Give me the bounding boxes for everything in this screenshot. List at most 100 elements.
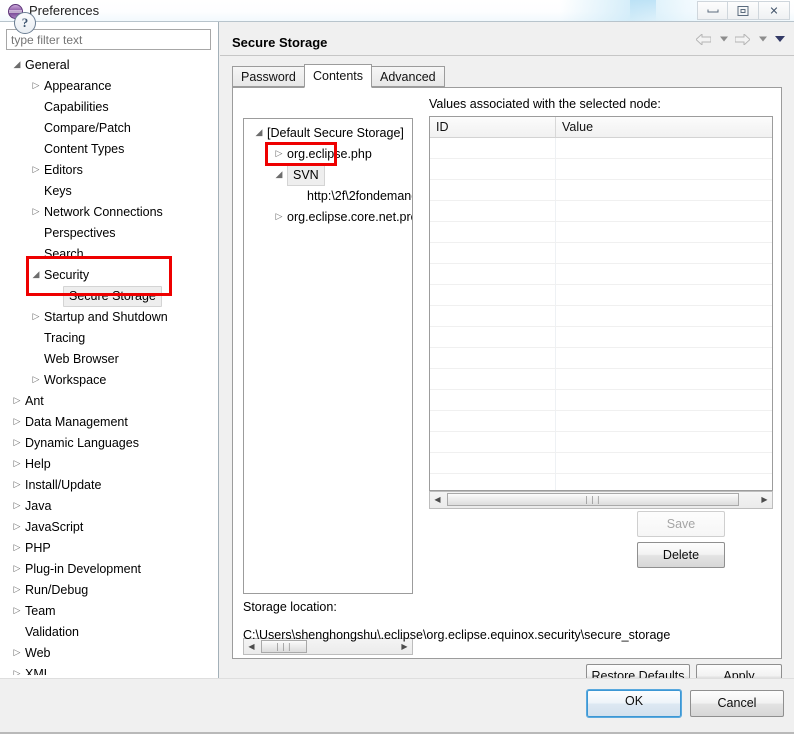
sidebar-item-web[interactable]: ▷ Web — [0, 643, 218, 664]
table-row[interactable] — [430, 390, 772, 411]
back-arrow-icon[interactable] — [695, 30, 713, 48]
sidebar-item-dynamic-languages[interactable]: ▷ Dynamic Languages — [0, 433, 218, 454]
sidebar-item-php[interactable]: ▷ PHP — [0, 538, 218, 559]
table-row[interactable] — [430, 201, 772, 222]
table-row[interactable] — [430, 306, 772, 327]
table-row[interactable] — [430, 327, 772, 348]
chevron-right-icon[interactable]: ▷ — [10, 580, 24, 601]
chevron-right-icon[interactable]: ▷ — [10, 538, 24, 559]
chevron-down-icon[interactable]: ◢ — [252, 123, 266, 144]
sidebar-item-secure-storage[interactable]: Secure Storage — [0, 286, 218, 307]
sidebar-item-tracing[interactable]: Tracing — [0, 328, 218, 349]
chevron-down-icon[interactable]: ◢ — [10, 55, 24, 76]
preference-category-tree[interactable]: ◢ General ▷ Appearance Capabilities Compare/P… — [0, 55, 218, 675]
sidebar-item-data-management[interactable]: ▷ Data Management — [0, 412, 218, 433]
sidebar-item-search[interactable]: Search — [0, 244, 218, 265]
table-row[interactable] — [430, 411, 772, 432]
sidebar-item-perspectives[interactable]: Perspectives — [0, 223, 218, 244]
storage-node-org-eclipse-php[interactable]: ▷ org.eclipse.php — [244, 144, 412, 165]
table-row[interactable] — [430, 264, 772, 285]
sidebar-item-appearance[interactable]: ▷ Appearance — [0, 76, 218, 97]
chevron-right-icon[interactable]: ▷ — [10, 433, 24, 454]
storage-node-org-eclipse-core-net-proxy-auth[interactable]: ▷org.eclipse.core.net.proxy.auth — [244, 207, 412, 228]
table-row[interactable] — [430, 243, 772, 264]
chevron-right-icon[interactable]: ▷ — [10, 517, 24, 538]
table-row[interactable] — [430, 180, 772, 201]
sidebar-item-startup-and-shutdown[interactable]: ▷ Startup and Shutdown — [0, 307, 218, 328]
values-scroll-right-icon[interactable]: ▶ — [757, 492, 772, 507]
sidebar-item-web-browser[interactable]: Web Browser — [0, 349, 218, 370]
table-row[interactable] — [430, 159, 772, 180]
chevron-right-icon[interactable]: ▷ — [10, 664, 24, 675]
storage-node-http-2f-2fondemand-tw-com[interactable]: http:\2f\2fondemand.tw.com — [244, 186, 412, 207]
tab-contents[interactable]: Contents — [304, 64, 373, 88]
chevron-right-icon[interactable]: ▷ — [29, 307, 43, 328]
tab-password[interactable]: Password — [232, 66, 305, 87]
chevron-right-icon[interactable]: ▷ — [10, 559, 24, 580]
forward-dropdown-icon[interactable] — [756, 30, 769, 48]
chevron-right-icon[interactable]: ▷ — [10, 391, 24, 412]
table-row[interactable] — [430, 138, 772, 159]
storage-node-default-secure-storage[interactable]: ◢ [Default Secure Storage] — [244, 123, 412, 144]
chevron-right-icon[interactable]: ▷ — [29, 76, 43, 97]
sidebar-item-xml[interactable]: ▷ XML — [0, 664, 218, 675]
chevron-down-icon[interactable]: ◢ — [272, 165, 286, 186]
storage-node-svn[interactable]: ◢ SVN — [244, 165, 412, 186]
chevron-right-icon[interactable]: ▷ — [10, 475, 24, 496]
sidebar-item-plug-in-development[interactable]: ▷ Plug-in Development — [0, 559, 218, 580]
sidebar-item-install-update[interactable]: ▷ Install/Update — [0, 475, 218, 496]
sidebar-item-keys[interactable]: Keys — [0, 181, 218, 202]
chevron-right-icon[interactable]: ▷ — [29, 202, 43, 223]
forward-arrow-icon[interactable] — [734, 30, 752, 48]
table-row[interactable] — [430, 222, 772, 243]
sidebar-item-team[interactable]: ▷ Team — [0, 601, 218, 622]
values-scroll-left-icon[interactable]: ◀ — [430, 492, 445, 507]
sidebar-item-network-connections[interactable]: ▷ Network Connections — [0, 202, 218, 223]
sidebar-item-help[interactable]: ▷ Help — [0, 454, 218, 475]
chevron-right-icon[interactable]: ▷ — [10, 496, 24, 517]
table-row[interactable] — [430, 369, 772, 390]
sidebar-item-capabilities[interactable]: Capabilities — [0, 97, 218, 118]
maximize-button[interactable] — [728, 1, 759, 20]
table-row[interactable] — [430, 474, 772, 490]
sidebar-item-javascript[interactable]: ▷ JavaScript — [0, 517, 218, 538]
values-table-body[interactable] — [430, 138, 772, 490]
help-icon[interactable]: ? — [14, 12, 36, 34]
sidebar-item-editors[interactable]: ▷ Editors — [0, 160, 218, 181]
table-row[interactable] — [430, 348, 772, 369]
table-row[interactable] — [430, 432, 772, 453]
sidebar-item-validation[interactable]: Validation — [0, 622, 218, 643]
sidebar-item-security[interactable]: ◢ Security — [0, 265, 218, 286]
sidebar-item-run-debug[interactable]: ▷ Run/Debug — [0, 580, 218, 601]
chevron-right-icon[interactable]: ▷ — [272, 207, 286, 228]
chevron-right-icon[interactable]: ▷ — [10, 601, 24, 622]
chevron-right-icon[interactable]: ▷ — [10, 412, 24, 433]
column-header-id[interactable]: ID — [430, 117, 555, 137]
table-row[interactable] — [430, 285, 772, 306]
tab-advanced[interactable]: Advanced — [371, 66, 445, 87]
sidebar-item-ant[interactable]: ▷ Ant — [0, 391, 218, 412]
chevron-right-icon[interactable]: ▷ — [272, 144, 286, 165]
back-dropdown-icon[interactable] — [717, 30, 730, 48]
delete-button[interactable]: Delete — [637, 542, 725, 568]
chevron-down-icon[interactable]: ◢ — [29, 265, 43, 286]
chevron-right-icon[interactable]: ▷ — [29, 370, 43, 391]
column-header-value[interactable]: Value — [555, 117, 772, 137]
chevron-right-icon[interactable]: ▷ — [10, 643, 24, 664]
sidebar-item-workspace[interactable]: ▷ Workspace — [0, 370, 218, 391]
secure-storage-node-tree[interactable]: ◢ [Default Secure Storage] ▷ org.eclipse.ph… — [244, 123, 412, 228]
table-row[interactable] — [430, 453, 772, 474]
chevron-right-icon[interactable]: ▷ — [29, 160, 43, 181]
sidebar-item-content-types[interactable]: Content Types — [0, 139, 218, 160]
chevron-right-icon[interactable]: ▷ — [10, 454, 24, 475]
sidebar-item-compare-patch[interactable]: Compare/Patch — [0, 118, 218, 139]
values-table[interactable]: ID Value — [429, 116, 773, 491]
filter-input[interactable] — [6, 29, 211, 50]
close-button[interactable]: ✕ — [759, 1, 790, 20]
sidebar-item-java[interactable]: ▷ Java — [0, 496, 218, 517]
values-scroll-thumb[interactable]: ||| — [447, 493, 739, 506]
ok-button[interactable]: OK — [586, 689, 682, 718]
save-button[interactable]: Save — [637, 511, 725, 537]
sidebar-item-general[interactable]: ◢ General — [0, 55, 218, 76]
view-menu-icon[interactable] — [773, 30, 786, 48]
